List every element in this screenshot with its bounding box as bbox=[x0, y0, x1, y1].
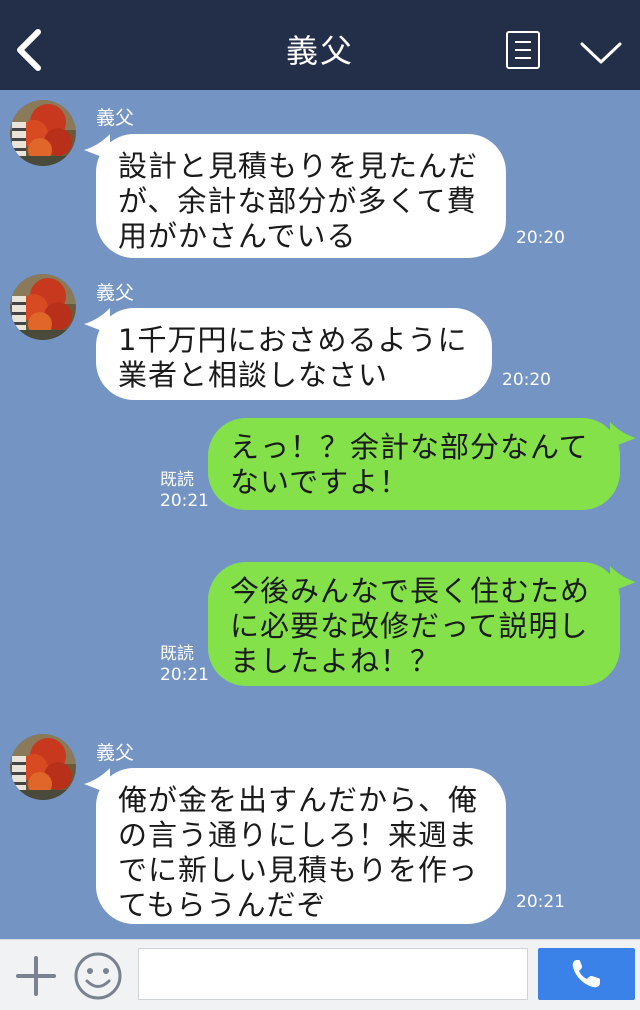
message-line: 設計と見積もりを見たんだ bbox=[118, 149, 479, 183]
message-line: てもらうんだぞ bbox=[118, 888, 327, 922]
message-line: でに新しい見積もりを作っ bbox=[118, 853, 479, 887]
chat-title: 義父 bbox=[285, 32, 354, 70]
read-label: 既読 bbox=[160, 644, 194, 664]
message-line: 俺が金を出すんだから、俺 bbox=[118, 783, 479, 817]
sender-avatar[interactable] bbox=[10, 100, 76, 166]
menu-list-icon bbox=[515, 41, 531, 43]
message-line: の言う通りにしろ！来週ま bbox=[118, 818, 479, 852]
emoji-button[interactable] bbox=[72, 950, 124, 1002]
message-line: 業者と相談しなさい bbox=[118, 358, 389, 392]
autumn-tree-avatar-icon bbox=[10, 274, 76, 340]
sender-avatar[interactable] bbox=[10, 734, 76, 800]
add-attachment-button[interactable] bbox=[14, 954, 58, 998]
message-line: 用がかさんでいる bbox=[118, 219, 357, 253]
message-bubble[interactable]: 設計と見積もりを見たんだ が、余計な部分が多くて費 用がかさんでいる bbox=[96, 134, 506, 258]
bubble-tail bbox=[610, 566, 636, 592]
message-input[interactable] bbox=[138, 948, 528, 1000]
message-time: 20:21 bbox=[516, 892, 565, 912]
message-input-bar bbox=[0, 939, 640, 1010]
smiley-icon bbox=[74, 952, 122, 1000]
message-bubble[interactable]: 今後みんなで長く住むため に必要な改修だって説明し ましたよね！？ bbox=[208, 562, 620, 686]
message-line: えっ！？余計な部分なんて bbox=[230, 430, 589, 464]
message-bubble[interactable]: えっ！？余計な部分なんて ないですよ！ bbox=[208, 418, 620, 510]
message-bubble[interactable]: 1千万円におさめるように 業者と相談しなさい bbox=[96, 308, 492, 400]
read-label: 既読 bbox=[160, 470, 194, 490]
chat-header: 義父 bbox=[0, 0, 640, 90]
message-time: 20:21 bbox=[160, 491, 209, 511]
collapse-button[interactable] bbox=[578, 38, 624, 68]
message-line: 1千万円におさめるように bbox=[118, 323, 468, 357]
message-line: ましたよね！？ bbox=[230, 644, 441, 678]
sender-name: 義父 bbox=[96, 742, 135, 764]
message-time: 20:20 bbox=[502, 370, 551, 390]
phone-icon bbox=[572, 960, 600, 988]
message-bubble[interactable]: 俺が金を出すんだから、俺 の言う通りにしろ！来週ま でに新しい見積もりを作っ て… bbox=[96, 768, 506, 924]
read-receipt: 既読 20:21 bbox=[160, 470, 209, 512]
sender-name: 義父 bbox=[96, 107, 135, 129]
message-line: ないですよ！ bbox=[230, 465, 410, 499]
chevron-down-icon bbox=[580, 42, 622, 64]
message-line: 今後みんなで長く住むため bbox=[230, 574, 591, 608]
autumn-tree-avatar-icon bbox=[10, 100, 76, 166]
call-button[interactable] bbox=[538, 948, 635, 1000]
read-receipt: 既読 20:21 bbox=[160, 644, 209, 686]
bubble-tail bbox=[610, 422, 636, 448]
message-line: が、余計な部分が多くて費 bbox=[118, 184, 477, 218]
message-time: 20:20 bbox=[516, 228, 565, 248]
autumn-tree-avatar-icon bbox=[10, 734, 76, 800]
plus-icon bbox=[16, 956, 56, 996]
message-line: に必要な改修だって説明し bbox=[230, 609, 589, 643]
sender-name: 義父 bbox=[96, 282, 135, 304]
message-time: 20:21 bbox=[160, 665, 209, 685]
menu-button[interactable] bbox=[506, 31, 540, 69]
sender-avatar[interactable] bbox=[10, 274, 76, 340]
